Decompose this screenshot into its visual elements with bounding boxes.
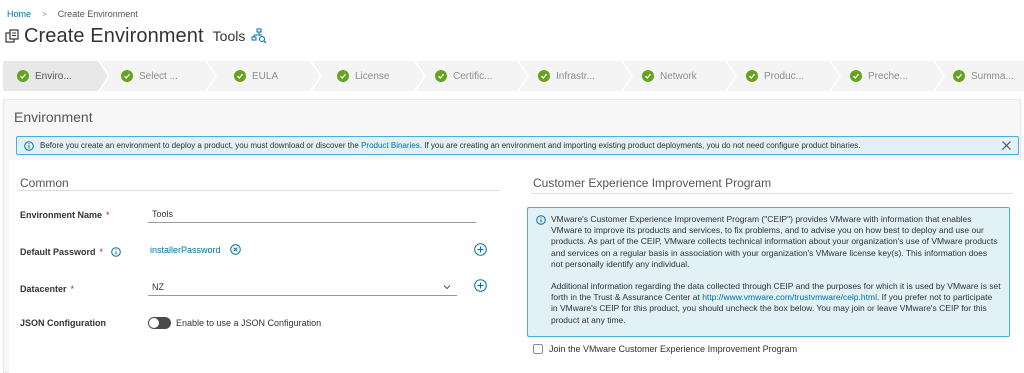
environment-name-label: Environment Name * xyxy=(20,210,110,220)
page-header: Create Environment Tools xyxy=(5,25,267,47)
check-circle-icon xyxy=(953,70,965,82)
page-title: Create Environment xyxy=(24,24,204,47)
check-circle-icon xyxy=(538,70,550,82)
wizard-step[interactable]: Enviro... xyxy=(17,61,72,91)
wizard-step[interactable]: Network xyxy=(642,61,697,91)
wizard-step[interactable]: Infrastr... xyxy=(538,61,595,91)
panel-title: Environment xyxy=(14,109,93,125)
remove-password-icon[interactable] xyxy=(229,244,241,255)
password-tag: installerPassword xyxy=(150,244,241,255)
breadcrumb: Home > Create Environment xyxy=(7,9,138,19)
wizard-step-label: License xyxy=(355,70,390,82)
json-configuration-toggle[interactable] xyxy=(148,317,171,329)
common-section-title: Common xyxy=(20,176,69,190)
required-mark: * xyxy=(99,247,104,257)
datacenter-label: Datacenter * xyxy=(20,284,74,294)
add-password-button[interactable] xyxy=(474,243,487,256)
alert-text-after: . If you are creating an environment and… xyxy=(419,141,861,150)
breadcrumb-current: Create Environment xyxy=(57,9,138,19)
ceip-checkbox-row[interactable]: Join the VMware Customer Experience Impr… xyxy=(533,344,797,354)
ceip-paragraph-2: Additional information regarding the dat… xyxy=(551,281,1001,326)
wizard-step-label: Enviro... xyxy=(35,70,72,82)
datacenter-value: NZ xyxy=(152,281,164,292)
wizard-step-label: Certific... xyxy=(453,70,493,82)
json-configuration-label: JSON Configuration xyxy=(20,318,106,328)
wizard-step-label: Network xyxy=(660,70,697,82)
wizard-step[interactable]: Select ... xyxy=(121,61,178,91)
wizard-step[interactable]: Produc... xyxy=(746,61,804,91)
network-search-icon[interactable] xyxy=(251,28,267,44)
json-configuration-label-text: JSON Configuration xyxy=(20,318,106,328)
wizard-step-label: Produc... xyxy=(764,70,805,82)
check-circle-icon xyxy=(121,70,133,82)
ceip-divider xyxy=(531,193,1013,194)
check-circle-icon xyxy=(435,70,447,82)
wizard-step[interactable]: License xyxy=(337,61,389,91)
common-divider xyxy=(18,190,500,191)
required-mark: * xyxy=(70,284,75,294)
add-datacenter-button[interactable] xyxy=(474,279,487,292)
page-subtitle: Tools xyxy=(212,28,246,44)
ceip-paragraph-1: VMware's Customer Experience Improvement… xyxy=(551,214,998,269)
breadcrumb-separator-icon: > xyxy=(42,9,47,19)
check-circle-icon xyxy=(17,70,29,82)
ceip-link[interactable]: http://www.vmware.com/trustvmware/ceip.h… xyxy=(702,292,877,302)
default-password-label: Default Password * xyxy=(20,247,121,257)
environment-icon xyxy=(5,29,19,43)
wizard-step-label: Summa... xyxy=(971,70,1014,82)
wizard-step[interactable]: EULA xyxy=(234,61,278,91)
info-icon xyxy=(24,140,34,151)
json-toggle-label: Enable to use a JSON Configuration xyxy=(176,318,322,328)
wizard-stepper: Enviro... Select ... EULA License Certific..… xyxy=(3,61,1024,91)
info-icon[interactable] xyxy=(111,247,121,257)
ceip-info-box: VMware's Customer Experience Improvement… xyxy=(527,207,1010,337)
default-password-label-text: Default Password xyxy=(20,247,96,257)
ceip-checkbox[interactable] xyxy=(533,344,543,354)
product-binaries-link[interactable]: Product Binaries xyxy=(361,141,420,150)
environment-name-input[interactable]: Tools xyxy=(148,205,476,223)
wizard-step[interactable]: Summa... xyxy=(953,61,1014,91)
check-circle-icon xyxy=(850,70,862,82)
wizard-step-label: EULA xyxy=(252,70,279,82)
wizard-step-label: Infrastr... xyxy=(556,70,595,82)
password-value: installerPassword xyxy=(150,244,221,255)
wizard-step[interactable]: Preche... xyxy=(850,61,908,91)
close-icon[interactable] xyxy=(1001,140,1012,151)
datacenter-select[interactable]: NZ xyxy=(148,278,457,296)
alert-text: Before you create an environment to depl… xyxy=(40,141,861,150)
wizard-step[interactable]: Certific... xyxy=(435,61,492,91)
environment-name-label-text: Environment Name xyxy=(20,210,103,220)
datacenter-label-text: Datacenter xyxy=(20,284,67,294)
toggle-knob xyxy=(149,318,159,328)
check-circle-icon xyxy=(234,70,246,82)
info-icon xyxy=(536,215,546,225)
required-mark: * xyxy=(106,210,110,220)
breadcrumb-home-link[interactable]: Home xyxy=(7,9,31,19)
wizard-step-label: Select ... xyxy=(139,70,178,82)
check-circle-icon xyxy=(746,70,758,82)
alert-text-before: Before you create an environment to depl… xyxy=(40,141,362,150)
info-alert: Before you create an environment to depl… xyxy=(16,136,1019,155)
ceip-checkbox-label[interactable]: Join the VMware Customer Experience Impr… xyxy=(549,344,797,354)
wizard-step-label: Preche... xyxy=(868,70,909,82)
check-circle-icon xyxy=(642,70,654,82)
ceip-section-title: Customer Experience Improvement Program xyxy=(533,176,772,190)
chevron-down-icon xyxy=(443,285,451,290)
check-circle-icon xyxy=(337,70,349,82)
